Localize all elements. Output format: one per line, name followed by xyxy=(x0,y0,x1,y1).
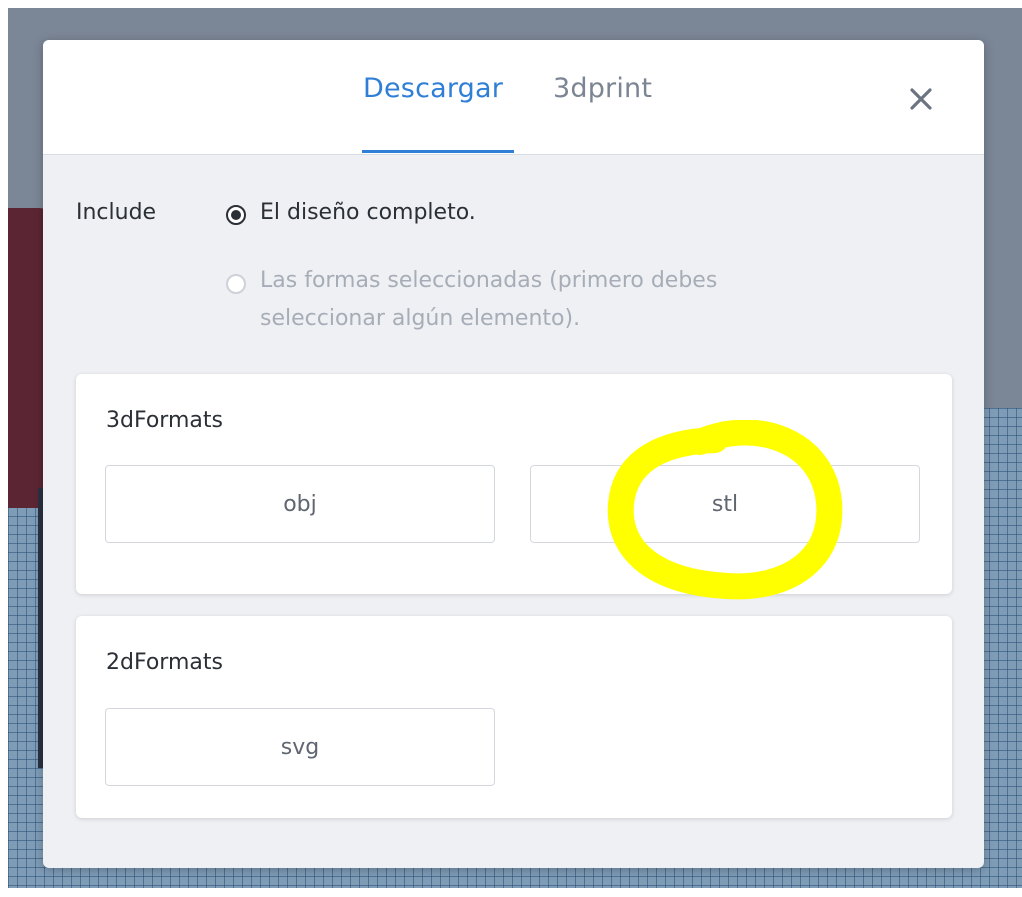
2d-formats-card: 2dFormats svg xyxy=(76,616,952,818)
stl-button[interactable]: stl xyxy=(530,465,920,543)
tab-3dprint[interactable]: 3dprint xyxy=(553,73,652,104)
radio-disabled-icon xyxy=(226,274,246,294)
bottom-strip xyxy=(0,888,1022,897)
3d-formats-title: 3dFormats xyxy=(106,408,223,433)
option-full-design-label: El diseño completo. xyxy=(260,200,476,225)
radio-checked-icon[interactable] xyxy=(226,205,246,225)
option-full-design[interactable]: El diseño completo. xyxy=(226,200,476,225)
active-tab-indicator xyxy=(362,150,514,153)
dialog-header: Descargar 3dprint xyxy=(43,40,984,155)
close-button[interactable] xyxy=(906,84,936,114)
close-icon xyxy=(910,88,932,110)
option-selected-shapes: Las formas seleccionadas (primero debes … xyxy=(226,262,746,338)
download-dialog: Descargar 3dprint Include El diseño comp… xyxy=(43,40,984,868)
option-selected-shapes-label: Las formas seleccionadas (primero debes … xyxy=(260,268,718,331)
obj-button[interactable]: obj xyxy=(105,465,495,543)
2d-formats-title: 2dFormats xyxy=(106,650,223,675)
tab-descargar[interactable]: Descargar xyxy=(363,73,503,104)
include-label: Include xyxy=(76,200,157,225)
3d-formats-card: 3dFormats obj stl xyxy=(76,374,952,594)
svg-button[interactable]: svg xyxy=(105,708,495,786)
